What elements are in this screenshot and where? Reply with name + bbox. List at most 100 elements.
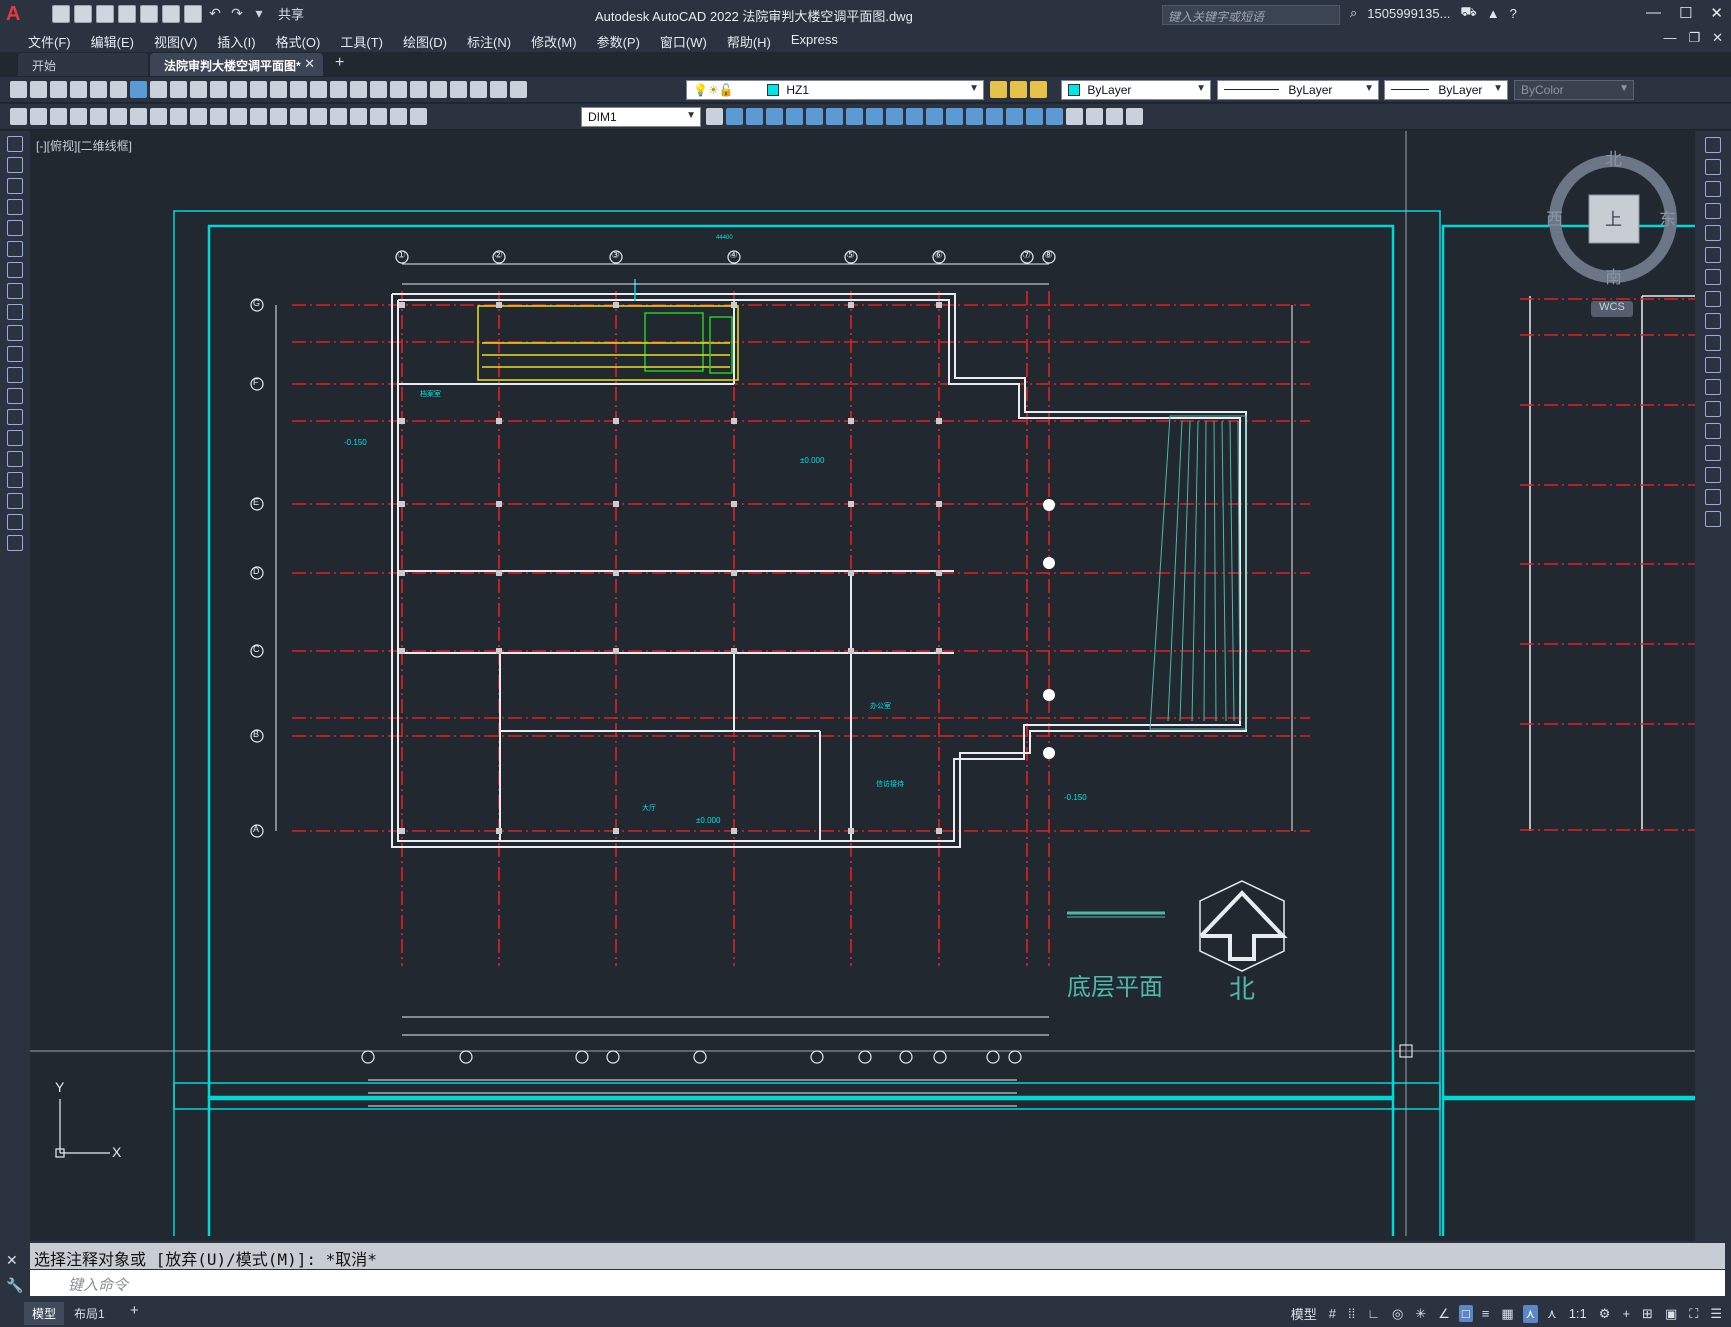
block-icon[interactable]: [1126, 108, 1143, 125]
annotation-monitor-icon[interactable]: +: [1619, 1305, 1633, 1322]
doc-close-icon[interactable]: ✕: [1712, 30, 1723, 46]
mirror-icon[interactable]: [766, 108, 783, 125]
blend-curves-icon[interactable]: [1705, 489, 1721, 505]
doc-minimize-icon[interactable]: —: [1663, 30, 1676, 46]
add-layout-button[interactable]: +: [122, 1302, 147, 1322]
gradient-icon[interactable]: [7, 451, 23, 467]
aligned-dim-icon[interactable]: [50, 108, 67, 125]
clean-screen-icon[interactable]: ⛶: [1686, 1305, 1701, 1323]
application-menu-button[interactable]: A: [6, 3, 36, 25]
auto-scale-icon[interactable]: ⋏: [1544, 1305, 1560, 1323]
isodraft-icon[interactable]: ✳: [1412, 1305, 1429, 1323]
linetype-dropdown[interactable]: ByLayer ▼: [1217, 80, 1379, 100]
break-icon[interactable]: [1705, 401, 1721, 417]
annotation-scale[interactable]: 1:1: [1566, 1305, 1590, 1322]
close-command-icon[interactable]: ✕: [6, 1248, 23, 1273]
ellipse-icon[interactable]: [7, 325, 23, 341]
undo-icon[interactable]: [250, 81, 267, 98]
baseline-icon[interactable]: [210, 108, 227, 125]
make-block-icon[interactable]: [7, 388, 23, 404]
save-web-icon[interactable]: [162, 4, 180, 23]
menu-draw[interactable]: 绘图(D): [393, 29, 457, 52]
dim-edit-icon[interactable]: [370, 108, 387, 125]
pan-icon[interactable]: [290, 81, 307, 98]
ordinate-icon[interactable]: [90, 108, 107, 125]
diameter-icon[interactable]: [150, 108, 167, 125]
dimstyle-icon[interactable]: [706, 108, 723, 125]
viewcube-east[interactable]: 东: [1659, 205, 1676, 230]
quick-dim-icon[interactable]: [190, 108, 207, 125]
share-button[interactable]: 共享: [278, 4, 304, 23]
zoom-window-icon[interactable]: [330, 81, 347, 98]
offset-icon[interactable]: [786, 108, 803, 125]
cart-icon[interactable]: ⛟: [1460, 4, 1476, 22]
save-as-icon[interactable]: [118, 4, 136, 23]
jogged-linear-icon[interactable]: [350, 108, 367, 125]
layout-tab-model[interactable]: 模型: [24, 1302, 65, 1325]
mirror-icon[interactable]: [1705, 181, 1721, 197]
plot-icon[interactable]: [70, 81, 87, 98]
region-icon[interactable]: [7, 472, 23, 488]
doc-restore-icon[interactable]: ❐: [1688, 30, 1700, 46]
erase-icon[interactable]: [1705, 137, 1721, 153]
viewcube-top[interactable]: 上: [1605, 205, 1622, 230]
insert-icon[interactable]: [7, 367, 23, 383]
continue-icon[interactable]: [230, 108, 247, 125]
dim-space-icon[interactable]: [250, 108, 267, 125]
trim-icon[interactable]: [1705, 335, 1721, 351]
arc-icon[interactable]: [7, 241, 23, 257]
menu-express[interactable]: Express: [781, 29, 848, 52]
save-icon[interactable]: [96, 4, 114, 23]
dim-text-edit-icon[interactable]: [390, 108, 407, 125]
help-icon[interactable]: ?: [1510, 6, 1517, 21]
hatch-icon[interactable]: [7, 430, 23, 446]
zoom-realtime-icon[interactable]: [310, 81, 327, 98]
viewcube-south[interactable]: 南: [1605, 263, 1622, 288]
menu-format[interactable]: 格式(O): [266, 29, 331, 52]
menu-parametric[interactable]: 参数(P): [587, 29, 650, 52]
explode-icon[interactable]: [1705, 511, 1721, 527]
search-input[interactable]: 键入关键字或短语: [1162, 5, 1340, 25]
viewcube-west[interactable]: 西: [1546, 205, 1563, 230]
viewport-controls[interactable]: [-][俯视][二维线框]: [36, 137, 132, 154]
attdef-icon[interactable]: [1086, 108, 1103, 125]
mtext-icon[interactable]: [7, 514, 23, 530]
extend-icon[interactable]: [926, 108, 943, 125]
dimstyle-dropdown[interactable]: DIM1 ▼: [581, 107, 701, 127]
cut-icon[interactable]: [150, 81, 167, 98]
jogged-icon[interactable]: [130, 108, 147, 125]
redo-icon[interactable]: [270, 81, 287, 98]
rectangle-icon[interactable]: [7, 220, 23, 236]
extend-icon[interactable]: [1705, 357, 1721, 373]
ellipse-arc-icon[interactable]: [7, 346, 23, 362]
menu-dimension[interactable]: 标注(N): [457, 29, 521, 52]
menu-help[interactable]: 帮助(H): [717, 29, 781, 52]
color-dropdown[interactable]: ByLayer ▼: [1061, 80, 1211, 100]
zoom-previous-icon[interactable]: [350, 81, 367, 98]
viewcube-north[interactable]: 北: [1605, 145, 1622, 170]
inspect-icon[interactable]: [330, 108, 347, 125]
spline-icon[interactable]: [7, 304, 23, 320]
table-icon[interactable]: [7, 493, 23, 509]
layer-match-icon[interactable]: [1030, 81, 1047, 98]
publish-icon[interactable]: [110, 81, 127, 98]
radius-icon[interactable]: [110, 108, 127, 125]
layer-previous-icon[interactable]: [1010, 81, 1027, 98]
command-input[interactable]: 键入命令: [30, 1270, 1725, 1296]
copy-icon[interactable]: [170, 81, 187, 98]
menu-modify[interactable]: 修改(M): [521, 29, 587, 52]
grid-icon[interactable]: #: [1326, 1305, 1339, 1322]
paste-icon[interactable]: [190, 81, 207, 98]
help-icon[interactable]: [490, 81, 507, 98]
menu-file[interactable]: 文件(F): [18, 29, 81, 52]
plot-icon[interactable]: [184, 4, 202, 23]
redo-icon[interactable]: ↷: [228, 5, 246, 22]
tab-document[interactable]: 法院审判大楼空调平面图* ✕: [150, 53, 323, 76]
stretch-icon[interactable]: [886, 108, 903, 125]
fillet-icon[interactable]: [1006, 108, 1023, 125]
model-space-toggle[interactable]: 模型: [1288, 1303, 1320, 1324]
chamfer-icon[interactable]: [1705, 445, 1721, 461]
menu-insert[interactable]: 插入(I): [207, 29, 265, 52]
copy-object-icon[interactable]: [746, 108, 763, 125]
search-icon[interactable]: ⌕: [1350, 5, 1357, 21]
